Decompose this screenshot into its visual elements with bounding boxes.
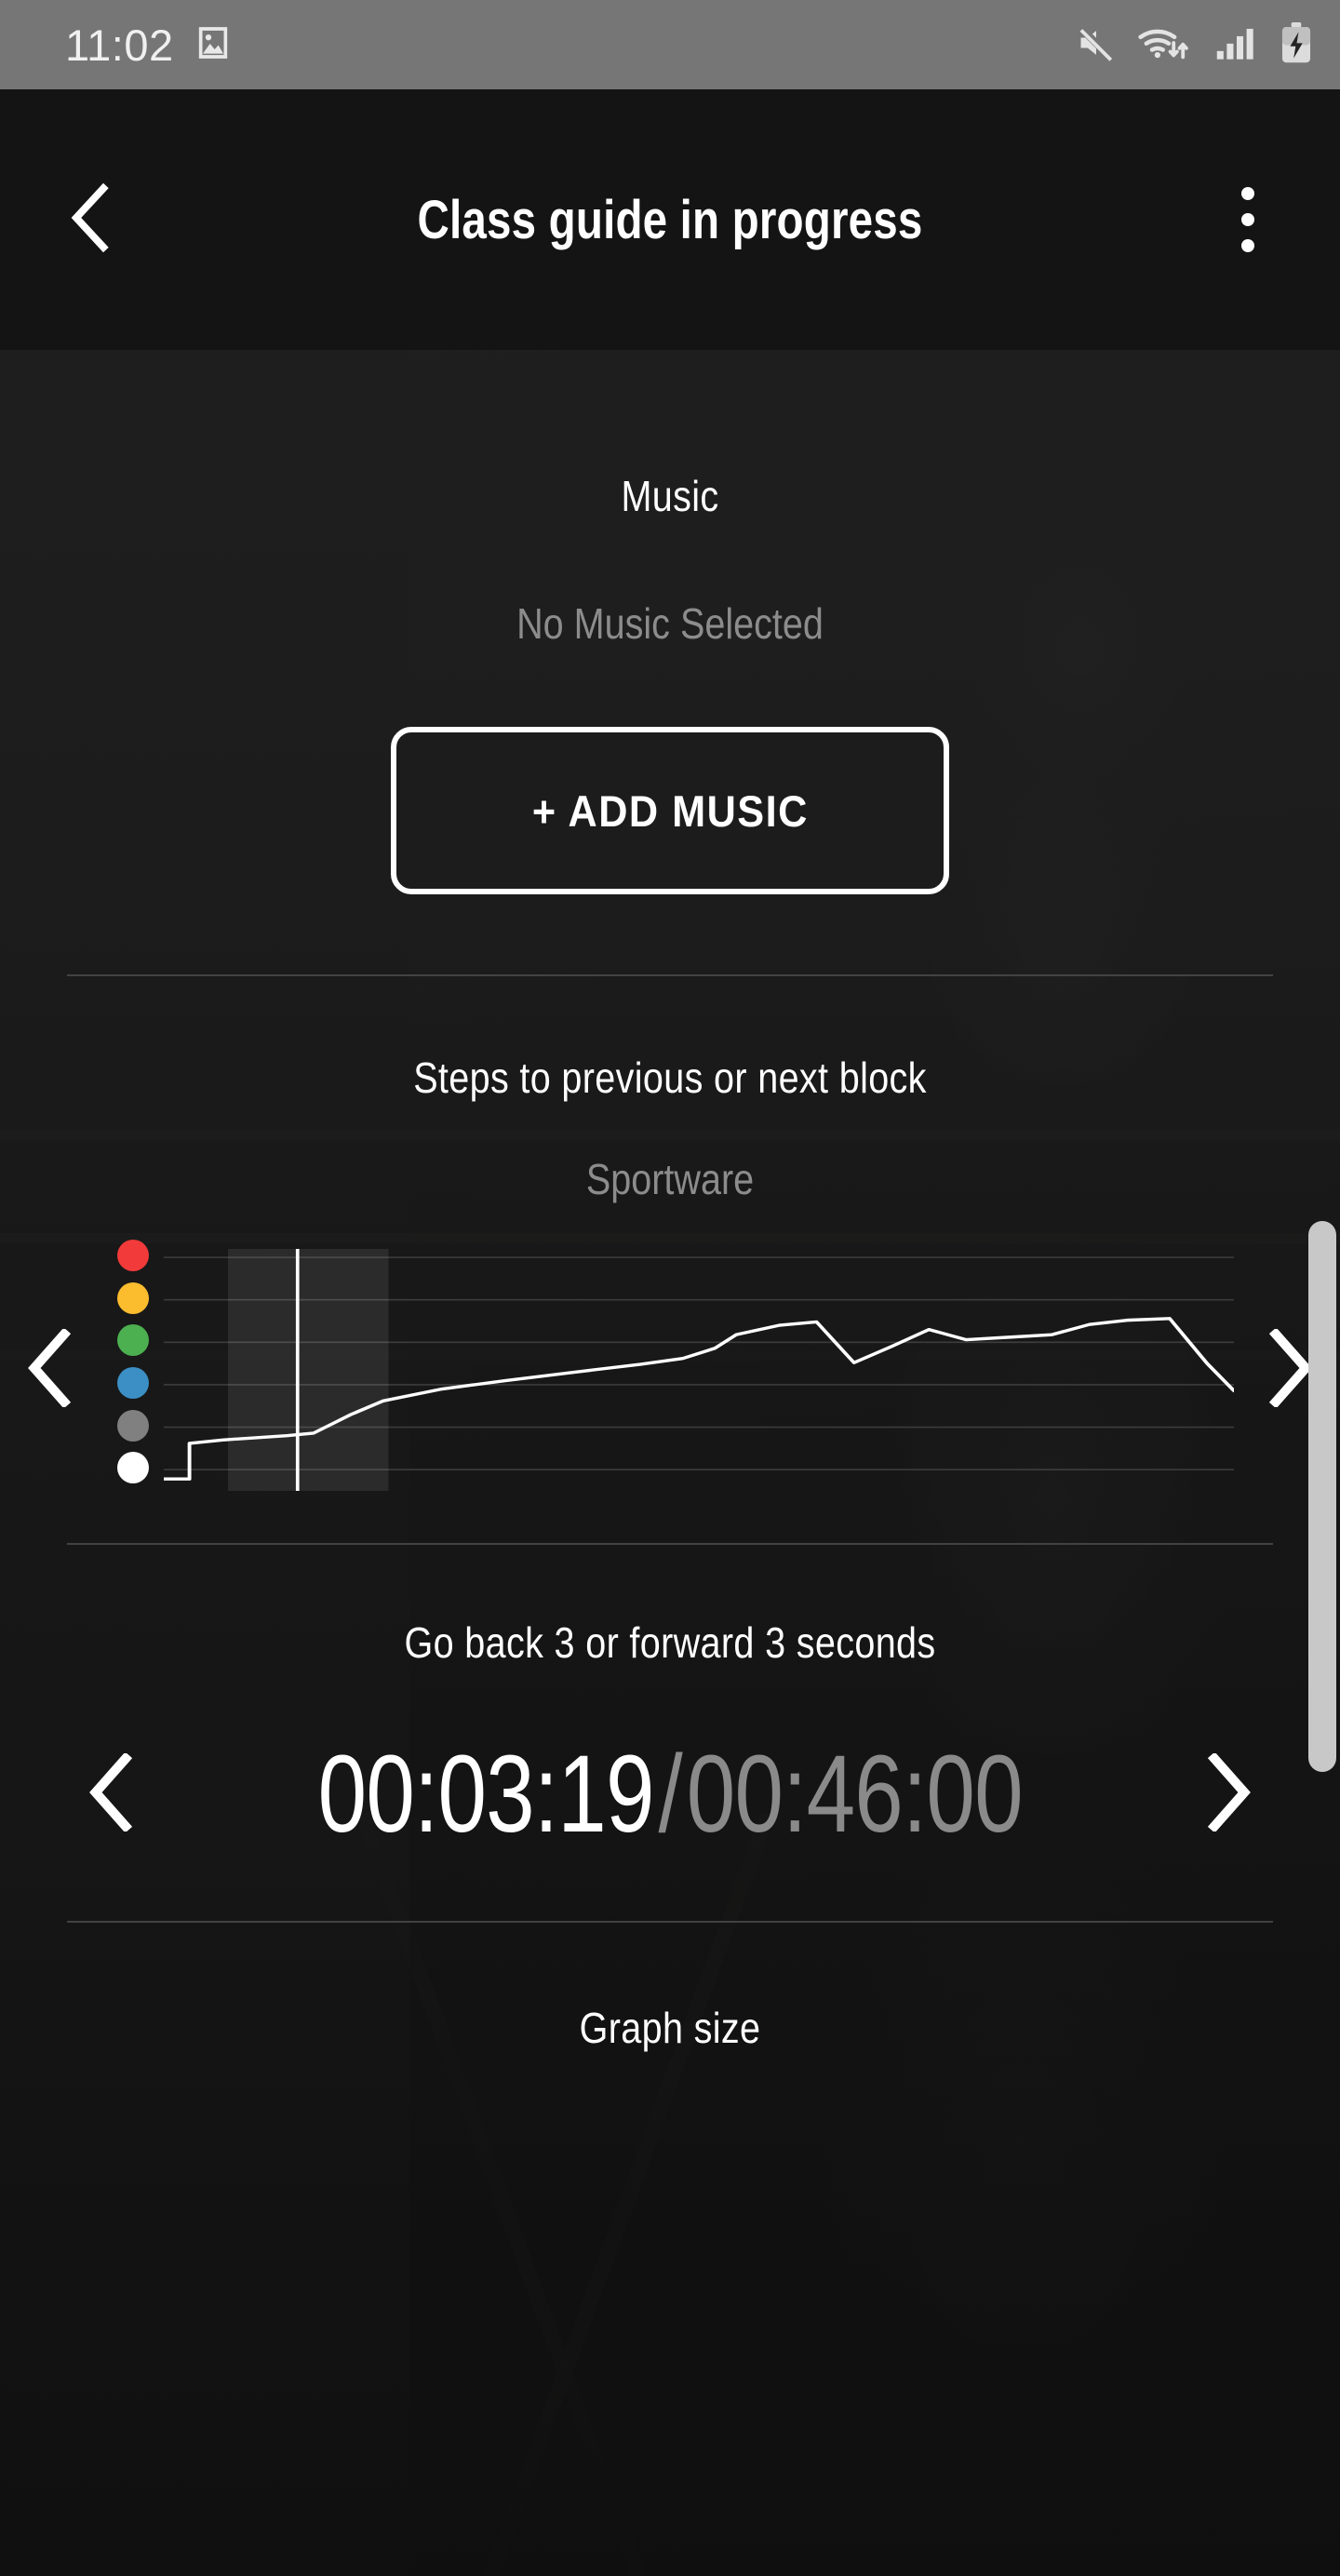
status-bar-system-icons [1076,21,1314,69]
zone-legend [117,1240,154,1489]
intensity-graph[interactable] [106,1240,1234,1491]
graph-canvas[interactable] [164,1249,1234,1491]
mute-icon [1076,22,1117,68]
zone-dot-zone-6-red [117,1240,149,1272]
chevron-left-icon [61,181,123,259]
seek-backward-button[interactable] [61,1743,164,1845]
seek-forward-button[interactable] [1176,1743,1279,1845]
zone-dot-zone-1-white [117,1452,149,1484]
zone-dot-zone-2-gray [117,1409,149,1442]
previous-block-button[interactable] [0,1319,102,1421]
graph-size-title: Graph size [579,2004,761,2052]
battery-charging-icon [1279,21,1314,69]
timer-separator: / [658,1733,682,1856]
graph-block [0,1230,1340,1509]
overflow-menu-button[interactable] [1208,180,1288,260]
timer-display: 00:03:19/00:46:00 [317,1731,1024,1858]
zone-dot-zone-4-green [117,1324,149,1357]
add-music-label: + ADD MUSIC [531,785,809,836]
back-button[interactable] [52,180,132,260]
timer-elapsed: 00:03:19 [317,1733,654,1856]
status-bar-notification-icons [194,24,232,66]
status-bar-clock: 11:02 [65,20,174,70]
add-music-button[interactable]: + ADD MUSIC [391,727,949,894]
main-content: Music No Music Selected + ADD MUSIC Step… [0,350,1340,2576]
status-bar: 11:02 [0,0,1340,89]
chevron-left-icon [18,1326,85,1412]
zone-dot-zone-3-blue [117,1366,149,1399]
chevron-left-icon [79,1751,146,1836]
page-title: Class guide in progress [417,189,923,250]
zone-dot-zone-5-yellow [117,1281,149,1314]
divider-timer [67,1921,1273,1923]
app-bar: Class guide in progress [0,89,1340,350]
music-section-title: Music [621,472,719,520]
timer-row: 00:03:19/00:46:00 [0,1711,1340,1878]
graph-svg [164,1249,1234,1491]
image-icon [194,24,232,66]
current-block-highlight [228,1249,389,1491]
timer-total: 00:46:00 [686,1733,1024,1856]
divider-graph [67,1543,1273,1545]
steps-section-title: Steps to previous or next block [413,1053,927,1102]
more-vertical-icon [1241,187,1254,252]
steps-section-subtitle: Sportware [585,1155,755,1203]
divider-music [67,974,1273,976]
cellular-signal-icon [1215,22,1258,68]
scrollbar-thumb[interactable] [1308,1221,1336,1772]
seek-section-title: Go back 3 or forward 3 seconds [404,1618,936,1667]
music-status-text: No Music Selected [516,599,824,648]
wifi-icon [1137,22,1195,68]
chevron-right-icon [1194,1751,1261,1836]
